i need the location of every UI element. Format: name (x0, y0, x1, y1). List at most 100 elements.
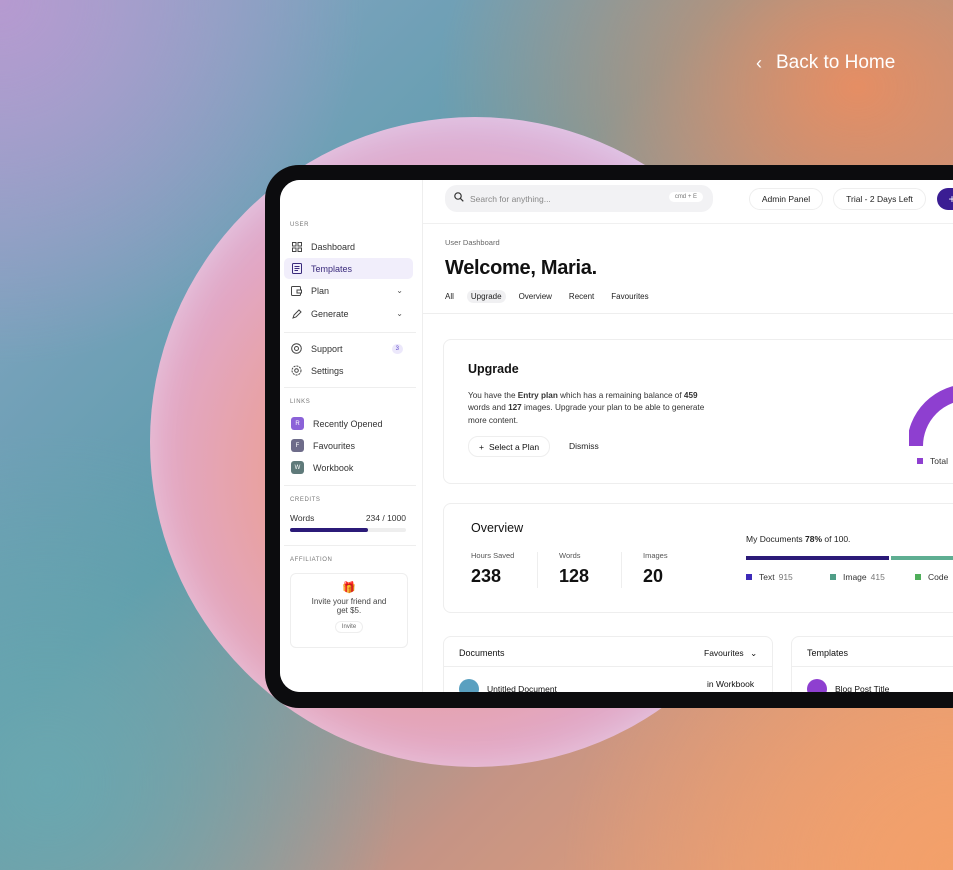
documents-card: Documents Favourites ⌄ Untitled Document… (443, 636, 773, 692)
select-plan-button[interactable]: + Select a Plan (468, 436, 551, 457)
tabs-divider (423, 313, 953, 314)
templates-card: Templates Blog Post Title (791, 636, 953, 692)
tab-all[interactable]: All (445, 292, 454, 301)
tab-recent[interactable]: Recent (569, 292, 594, 301)
gift-icon: 🎁 (342, 582, 356, 594)
overview-title: Overview (471, 521, 524, 535)
document-row[interactable]: Untitled Document (459, 679, 557, 692)
document-avatar (459, 679, 479, 692)
sidebar-divider (284, 332, 416, 333)
sidebar-item-templates[interactable]: Templates (284, 258, 413, 279)
section-label-user: USER (290, 222, 310, 228)
stat-divider (621, 552, 622, 588)
stat-divider (537, 552, 538, 588)
affiliation-text: Invite your friend and get $5. (311, 597, 387, 615)
chevron-left-icon: ‹ (756, 52, 762, 73)
stat-images: Images 20 (643, 551, 668, 586)
document-location: in Workbook (707, 679, 755, 689)
section-label-links: LINKS (290, 399, 311, 405)
template-row[interactable]: Blog Post Title (807, 679, 889, 692)
plan-name: Entry plan (517, 391, 558, 400)
documents-filter-dropdown[interactable]: Favourites ⌄ (704, 648, 757, 659)
words-remaining: 459 (683, 391, 698, 400)
link-workbook[interactable]: W Workbook (284, 457, 413, 478)
credits-progress-bar (290, 528, 406, 532)
document-icon (291, 263, 302, 274)
credits-progress-fill (290, 528, 368, 532)
card-divider (792, 666, 953, 667)
affiliation-card: 🎁 Invite your friend and get $5. Invite (290, 573, 408, 648)
sidebar-item-settings[interactable]: Settings (284, 360, 413, 381)
back-to-home-label: Back to Home (776, 52, 896, 73)
wallet-icon (291, 285, 302, 296)
search-icon (454, 192, 464, 205)
support-count-badge: 3 (391, 343, 403, 354)
link-recently-opened[interactable]: R Recently Opened (284, 413, 413, 434)
legend-image: Image 415 (830, 572, 885, 582)
card-divider (444, 666, 772, 667)
link-label: Recently Opened (313, 418, 383, 429)
documents-usage-label: My Documents 78% of 100. (746, 534, 851, 544)
usage-segment-text (746, 556, 889, 560)
search-shortcut: cmd + E (668, 192, 703, 202)
sidebar-item-plan[interactable]: Plan ⌄ (284, 280, 413, 301)
sidebar-item-label: Settings (311, 365, 344, 376)
documents-usage-bar (746, 556, 953, 560)
credits-value: 234 / 1000 (365, 513, 406, 523)
tab-overview[interactable]: Overview (519, 292, 552, 301)
search-input[interactable]: Search for anything... cmd + E (445, 185, 713, 212)
legend-code: Code (915, 572, 948, 582)
page-title: Welcome, Maria. (445, 257, 597, 279)
stat-words: Words 128 (559, 551, 590, 586)
legend-text: Text 915 (746, 572, 793, 582)
admin-panel-button[interactable]: Admin Panel (749, 188, 823, 210)
link-letter-badge: R (291, 417, 304, 430)
sidebar-item-support[interactable]: Support 3 (284, 338, 413, 359)
sidebar-divider (284, 387, 416, 388)
link-favourites[interactable]: F Favourites (284, 435, 413, 456)
usage-segment-image (891, 556, 953, 560)
overview-card: Overview Hours Saved 238 Words 128 Image… (443, 503, 953, 613)
chevron-down-icon: ⌄ (396, 286, 403, 295)
topbar-divider (423, 223, 953, 224)
gear-icon (291, 365, 302, 376)
add-button[interactable]: + (937, 188, 953, 210)
chevron-down-icon: ⌄ (750, 648, 758, 658)
link-label: Workbook (313, 462, 354, 473)
images-remaining: 127 (508, 403, 522, 413)
donut-legend-total: Total (917, 456, 948, 466)
credits-row: Words 234 / 1000 (290, 513, 406, 523)
upgrade-description: You have the Entry plan which has a rema… (468, 391, 705, 425)
link-label: Favourites (313, 440, 356, 451)
upgrade-donut-chart (909, 386, 953, 447)
pen-icon (291, 308, 302, 319)
link-letter-badge: W (291, 461, 304, 474)
back-to-home-link[interactable]: ‹ Back to Home (756, 52, 895, 74)
sidebar-item-dashboard[interactable]: Dashboard (284, 236, 413, 257)
sidebar: USER Dashboard Templates Plan ⌄ Generate… (280, 180, 423, 692)
tab-bar: All Upgrade Overview Recent Favourites (445, 290, 666, 303)
tab-favourites[interactable]: Favourites (611, 292, 648, 301)
tab-upgrade[interactable]: Upgrade (466, 290, 506, 303)
sidebar-item-label: Support (311, 343, 343, 354)
upgrade-card: Upgrade You have the Entry plan which ha… (443, 339, 953, 484)
dashboard-screen: USER Dashboard Templates Plan ⌄ Generate… (280, 180, 953, 692)
section-label-credits: CREDITS (290, 497, 321, 503)
invite-button[interactable]: Invite (334, 621, 364, 633)
main-content: Search for anything... cmd + E Admin Pan… (423, 180, 953, 692)
sidebar-item-label: Templates (311, 263, 353, 274)
section-label-affiliation: AFFILIATION (290, 557, 333, 563)
stat-hours-saved: Hours Saved 238 (471, 551, 515, 586)
link-letter-badge: F (291, 439, 304, 452)
upgrade-title: Upgrade (468, 362, 519, 376)
documents-title: Documents (459, 648, 505, 658)
search-placeholder: Search for anything... (470, 193, 551, 204)
credits-label: Words (290, 513, 315, 523)
sidebar-divider (284, 545, 416, 546)
sidebar-divider (284, 485, 416, 486)
trial-status-button[interactable]: Trial - 2 Days Left (833, 188, 926, 210)
template-avatar (807, 679, 827, 692)
dismiss-button[interactable]: Dismiss (569, 441, 599, 451)
breadcrumb: User Dashboard (445, 238, 500, 247)
sidebar-item-generate[interactable]: Generate ⌄ (284, 303, 413, 324)
